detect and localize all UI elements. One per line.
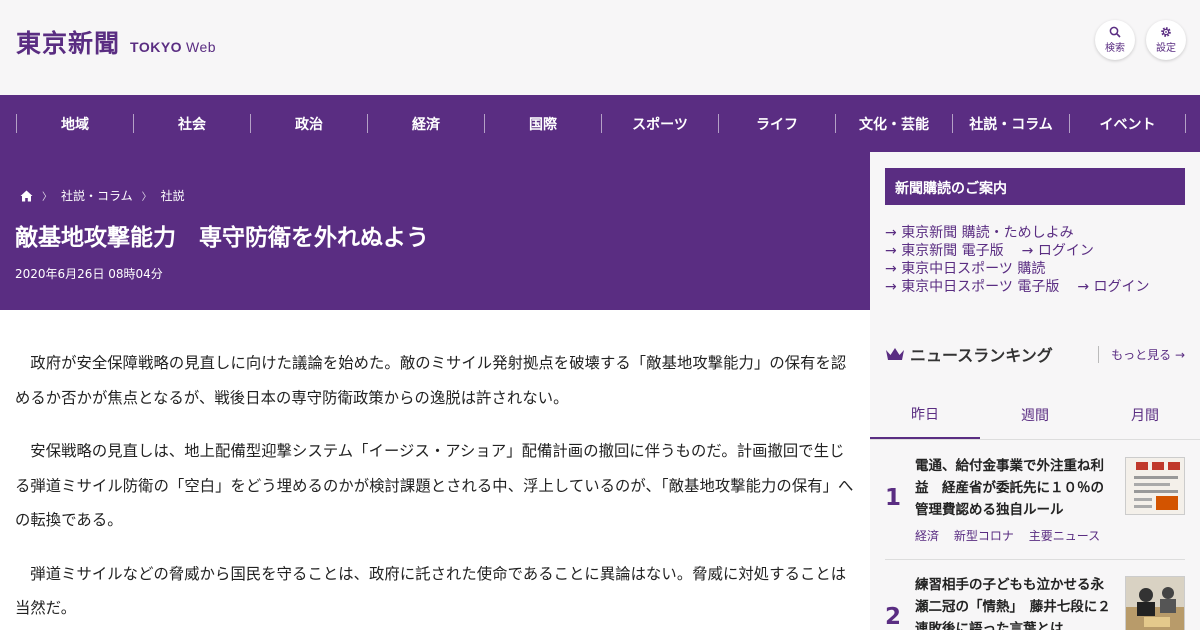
tag-coronavirus[interactable]: 新型コロナ [954,529,1014,543]
settings-label: 設定 [1156,43,1176,54]
breadcrumb: 〉 社説・コラム 〉 社説 [20,187,185,204]
link-chunichi-subscribe[interactable]: 東京中日スポーツ 購読 [885,260,1045,278]
site-logo[interactable]: 東京新聞 TOKYO Web [16,24,216,60]
article-paragraph: 安保戦略の見直しは、地上配備型迎撃システム「イージス・アショア」配備計画の撤回に… [15,442,854,529]
nav-item-life[interactable]: ライフ [718,114,835,133]
gear-icon [1161,27,1171,37]
article-title: 敵基地攻撃能力 専守防衛を外れぬよう [15,225,429,251]
nav-item-culture[interactable]: 文化・芸能 [835,114,952,133]
ranking-number: 1 [885,485,902,511]
nav-item-international[interactable]: 国際 [484,114,601,133]
link-chunichi-login[interactable]: ログイン [1077,278,1150,296]
nav-item-events[interactable]: イベント [1069,114,1186,133]
ranking-number: 2 [885,604,902,630]
site-header: 東京新聞 TOKYO Web 検索 設定 [0,0,1200,95]
article-body: 政府が安全保障戦略の見直しに向けた議論を始めた。敵のミサイル発射拠点を破壊する「… [0,310,870,630]
logo-kanji: 東京新聞 [16,29,121,58]
article-paragraph: 弾道ミサイルなどの脅威から国民を守ることは、政府に託された使命であることに異論は… [15,564,847,618]
ranking-thumbnail[interactable] [1125,457,1185,515]
chevron-right-icon: 〉 [141,192,152,203]
nav-item-editorial[interactable]: 社説・コラム [952,114,1069,133]
tag-economy[interactable]: 経済 [915,529,939,543]
article-paragraph: 政府が安全保障戦略の見直しに向けた議論を始めた。敵のミサイル発射拠点を破壊する「… [15,354,847,407]
crown-icon [886,348,904,360]
ranking-headline[interactable]: 電通、給付金事業で外注重ね利益 経産省が委託先に１０％の管理費認める独自ルール [915,455,1115,521]
article-date: 2020年6月26日 08時04分 [15,267,163,281]
ranking-more-link[interactable]: もっと見る → [1098,345,1185,363]
main-nav: 地域 社会 政治 経済 国際 スポーツ ライフ 文化・芸能 社説・コラム イベン… [0,95,1200,152]
ranking-title: ニュースランキング [910,346,1053,365]
arrow-right-icon: → [1174,347,1185,362]
ranking-tags: 経済 新型コロナ 主要ニュース [915,527,1111,544]
breadcrumb-shasetsu[interactable]: 社説 [161,187,185,204]
home-icon[interactable] [20,190,33,202]
chevron-right-icon: 〉 [42,192,52,203]
tab-yesterday[interactable]: 昨日 [870,390,980,439]
nav-item-politics[interactable]: 政治 [250,114,367,133]
link-tokyo-subscribe[interactable]: 東京新聞 購読・ためしよみ [885,224,1073,242]
tag-top-news[interactable]: 主要ニュース [1029,529,1100,543]
ranking-headline[interactable]: 練習相手の子どもも泣かせる永瀬二冠の「情熱」 藤井七段に２連敗後に語った言葉とは [915,574,1115,630]
nav-item-region[interactable]: 地域 [16,114,133,133]
nav-item-sports[interactable]: スポーツ [601,114,718,133]
link-tokyo-login[interactable]: ログイン [1022,242,1094,260]
breadcrumb-editorial[interactable]: 社説・コラム [61,187,133,204]
ranking-divider [885,559,1185,560]
search-icon [1109,26,1121,38]
subscribe-heading: 新聞購読のご案内 [885,168,1185,205]
search-button[interactable]: 検索 [1095,20,1135,60]
nav-item-economy[interactable]: 経済 [367,114,484,133]
ranking-tabs: 昨日 週間 月間 [870,390,1200,440]
link-tokyo-digital[interactable]: 東京新聞 電子版 [885,242,1003,260]
article-header: 〉 社説・コラム 〉 社説 敵基地攻撃能力 専守防衛を外れぬよう 2020年6月… [0,152,870,310]
tab-monthly[interactable]: 月間 [1090,390,1200,439]
nav-item-society[interactable]: 社会 [133,114,250,133]
settings-button[interactable]: 設定 [1146,20,1186,60]
subscribe-links: 東京新聞 購読・ためしよみ 東京新聞 電子版 ログイン 東京中日スポーツ 購読 … [885,224,1185,296]
tab-weekly[interactable]: 週間 [980,390,1090,439]
ranking-header: ニュースランキング もっと見る → [885,342,1185,366]
search-label: 検索 [1105,43,1125,54]
ranking-thumbnail[interactable] [1125,576,1185,630]
sidebar: 新聞購読のご案内 東京新聞 購読・ためしよみ 東京新聞 電子版 ログイン 東京中… [870,152,1200,630]
logo-english: TOKYO Web [130,39,217,55]
link-chunichi-digital[interactable]: 東京中日スポーツ 電子版 [885,278,1059,296]
